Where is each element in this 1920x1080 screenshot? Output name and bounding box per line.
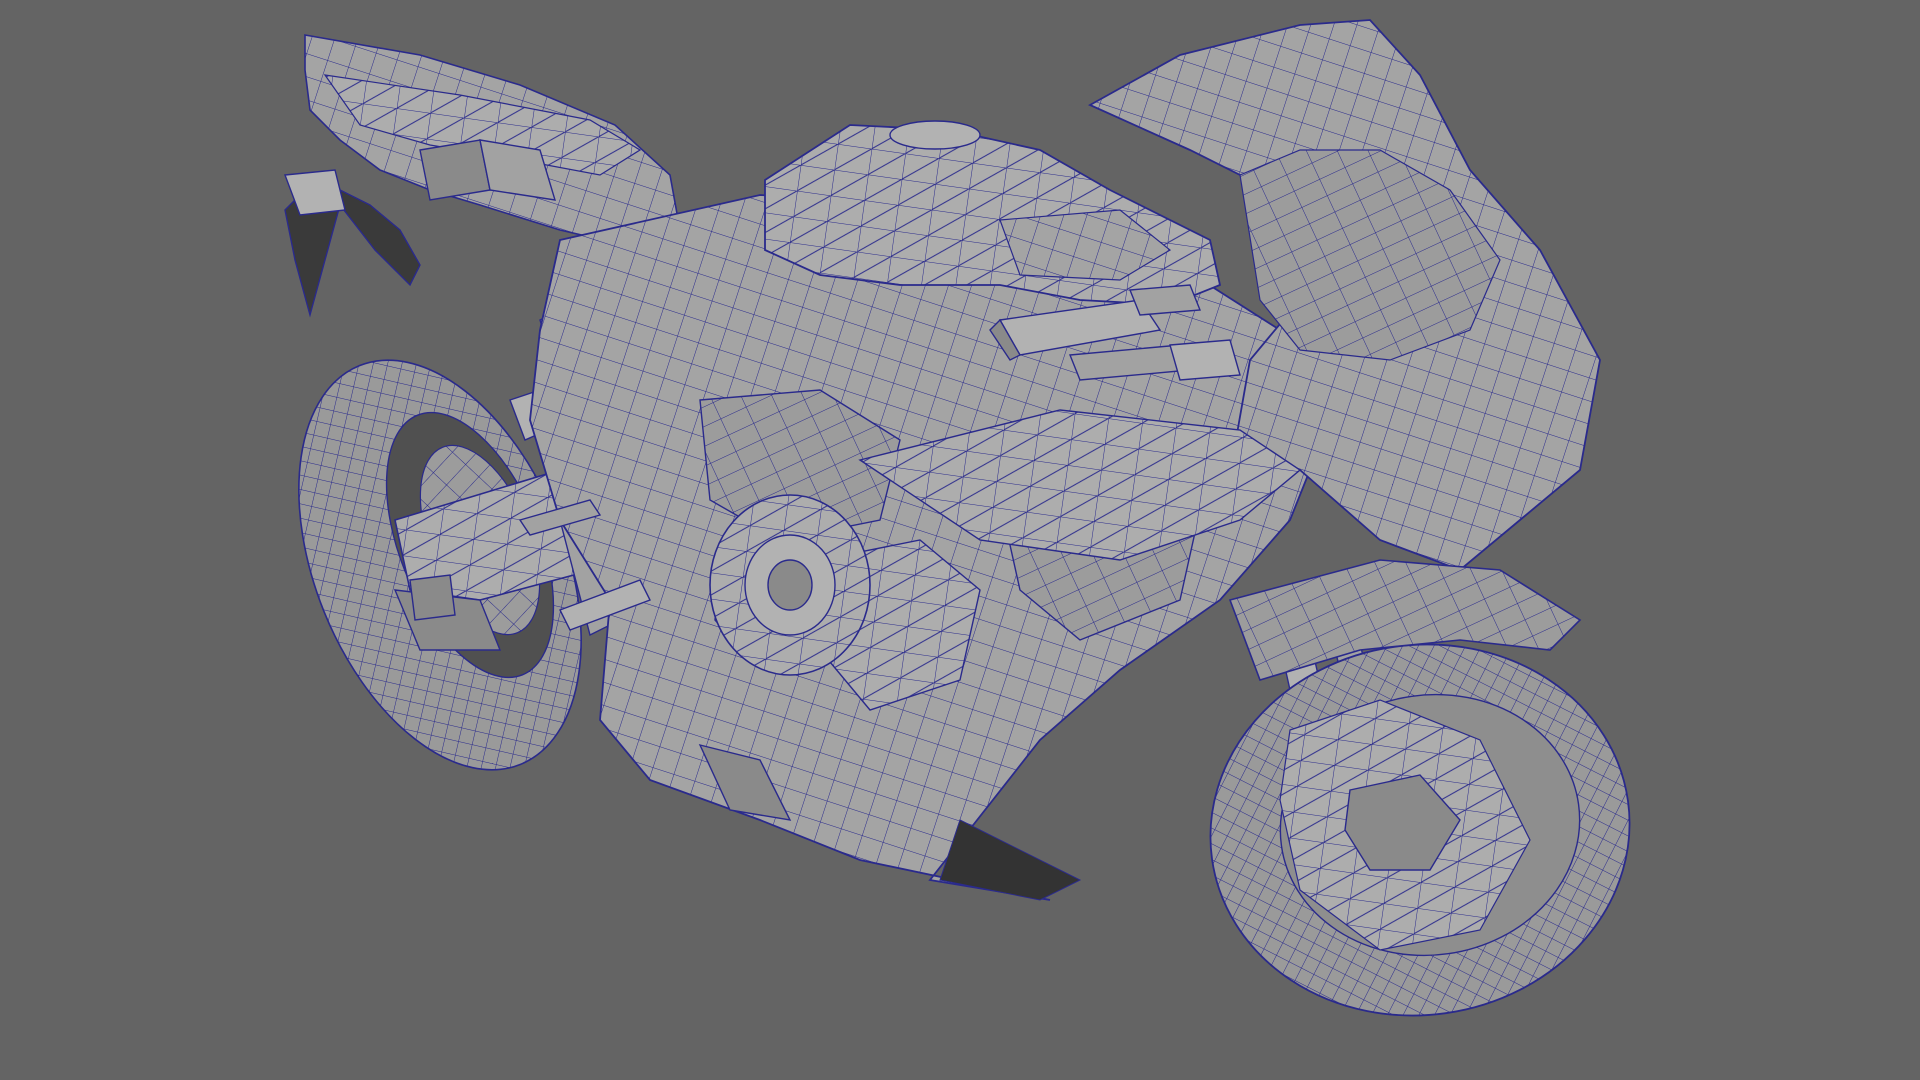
engine-cover[interactable] [709,494,871,676]
front-wheel[interactable] [1186,618,1653,1043]
motorcycle-wireframe-model[interactable] [0,0,1920,1080]
main-body[interactable] [529,194,1331,901]
3d-viewport[interactable] [0,0,1920,1080]
rear-mudguard[interactable] [284,169,421,318]
fuel-tank[interactable] [764,120,1222,306]
